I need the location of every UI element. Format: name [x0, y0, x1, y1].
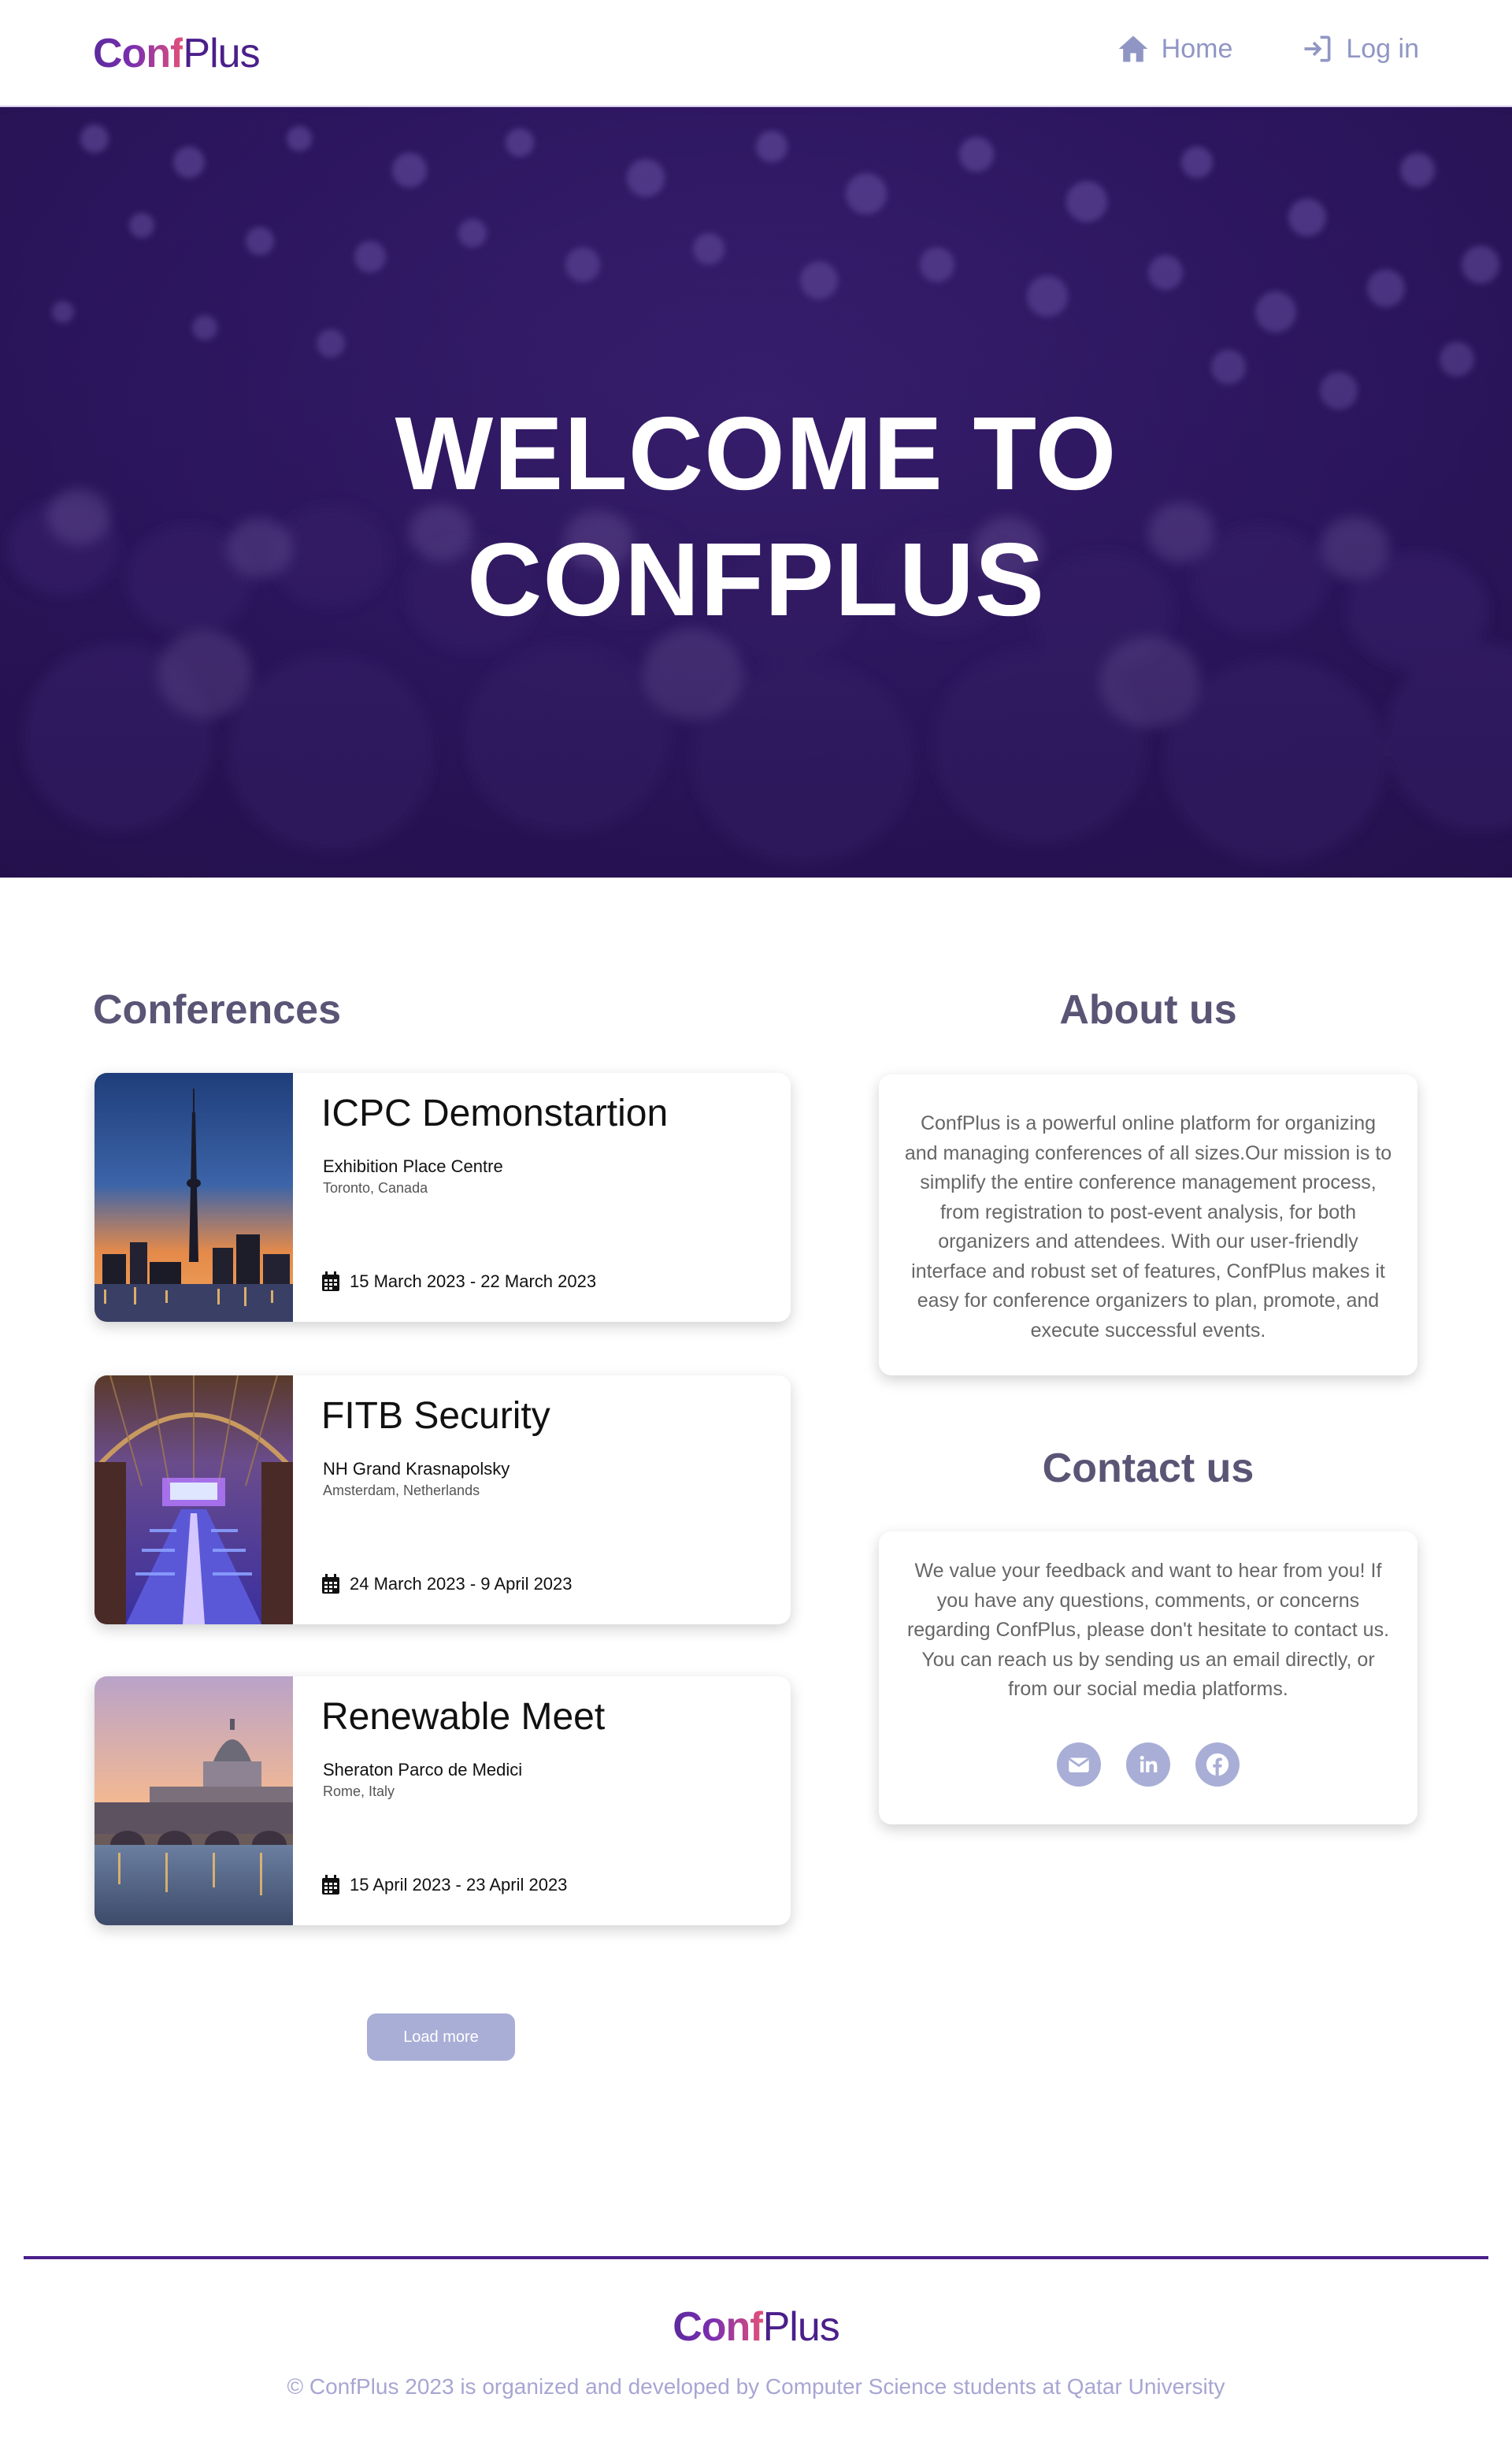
calendar-icon — [322, 1574, 339, 1594]
email-icon — [1069, 1757, 1089, 1772]
conference-venue: NH Grand Krasnapolsky — [323, 1459, 510, 1479]
conference-card[interactable]: FITB Security NH Grand Krasnapolsky Amst… — [94, 1375, 791, 1624]
conference-dates: 24 March 2023 - 9 April 2023 — [321, 1574, 573, 1594]
conference-title[interactable]: ICPC Demonstartion — [321, 1092, 668, 1135]
conference-location: Toronto, Canada — [323, 1180, 428, 1196]
email-link[interactable] — [1057, 1742, 1101, 1787]
about-panel: ConfPlus is a powerful online platform f… — [879, 1074, 1418, 1375]
facebook-icon — [1206, 1753, 1229, 1776]
hero-heading-line1: WELCOME TO — [395, 395, 1117, 511]
conference-dates-text: 24 March 2023 - 9 April 2023 — [350, 1574, 573, 1594]
rome-basilica-image — [94, 1676, 293, 1925]
nav-login-link[interactable]: Log in — [1300, 32, 1419, 66]
hero-heading: WELCOME TO CONFPLUS — [0, 391, 1512, 643]
conference-dates-text: 15 April 2023 - 23 April 2023 — [350, 1875, 568, 1895]
contact-text: We value your feedback and want to hear … — [906, 1560, 1390, 1700]
conference-title[interactable]: FITB Security — [321, 1394, 550, 1438]
footer-logo-plus-text: Plus — [762, 2304, 840, 2350]
hero-heading-line2: CONFPLUS — [467, 521, 1045, 637]
calendar-icon — [322, 1271, 339, 1291]
footer-logo-conf-text: Conf — [673, 2304, 763, 2350]
nav-links: Home Log in — [1116, 32, 1419, 66]
conference-card[interactable]: ICPC Demonstartion Exhibition Place Cent… — [94, 1073, 791, 1322]
brand-logo[interactable]: ConfPlus — [93, 28, 261, 79]
about-text: ConfPlus is a powerful online platform f… — [904, 1112, 1392, 1342]
conference-title[interactable]: Renewable Meet — [321, 1695, 605, 1739]
nav-home-link[interactable]: Home — [1116, 32, 1233, 66]
cn-tower-skyline-image — [94, 1073, 293, 1322]
conference-dates-text: 15 March 2023 - 22 March 2023 — [350, 1271, 597, 1291]
footer-copyright: © ConfPlus 2023 is organized and develop… — [287, 2374, 1225, 2399]
conference-hall-image — [94, 1375, 293, 1624]
footer-divider — [24, 2256, 1488, 2259]
logo-plus-text: Plus — [183, 31, 260, 76]
contact-heading: Contact us — [1042, 1446, 1254, 1491]
login-icon — [1304, 35, 1331, 62]
home-icon — [1118, 35, 1147, 62]
conferences-heading: Conferences — [93, 987, 341, 1033]
conference-card[interactable]: Renewable Meet Sheraton Parco de Medici … — [94, 1676, 791, 1925]
load-more-button[interactable]: Load more — [367, 2013, 515, 2061]
top-navbar: ConfPlus Home Log in — [0, 0, 1512, 107]
conference-location: Amsterdam, Netherlands — [323, 1483, 480, 1498]
facebook-link[interactable] — [1195, 1742, 1240, 1787]
nav-home-label: Home — [1161, 33, 1233, 64]
calendar-icon — [322, 1875, 339, 1895]
conference-venue: Exhibition Place Centre — [323, 1156, 503, 1176]
conference-location: Rome, Italy — [323, 1783, 395, 1799]
nav-login-label: Log in — [1346, 33, 1419, 64]
linkedin-link[interactable] — [1126, 1742, 1170, 1787]
linkedin-icon — [1140, 1755, 1158, 1772]
about-heading: About us — [1059, 987, 1237, 1033]
social-links — [879, 1742, 1418, 1787]
hero-banner: WELCOME TO CONFPLUS — [0, 107, 1512, 878]
conference-dates: 15 March 2023 - 22 March 2023 — [321, 1271, 596, 1292]
logo-conf-text: Conf — [93, 31, 183, 76]
contact-panel: We value your feedback and want to hear … — [879, 1531, 1418, 1824]
footer-logo[interactable]: ConfPlus — [0, 2296, 1512, 2353]
conference-venue: Sheraton Parco de Medici — [323, 1760, 523, 1780]
conference-dates: 15 April 2023 - 23 April 2023 — [321, 1875, 567, 1895]
